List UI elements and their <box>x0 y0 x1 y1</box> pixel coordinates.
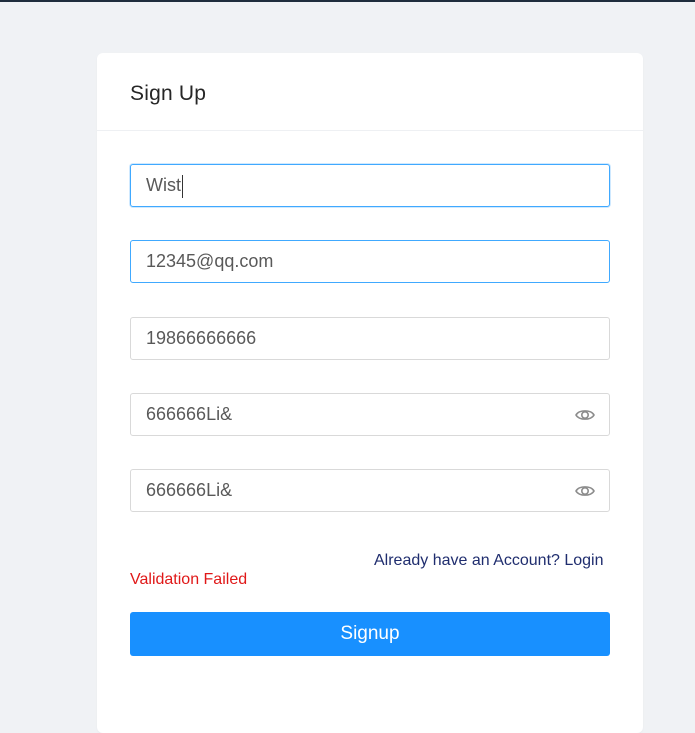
password-field-wrapper <box>130 393 610 436</box>
text-caret <box>182 175 183 198</box>
password-input[interactable] <box>131 394 609 435</box>
top-border <box>0 0 695 2</box>
phone-input[interactable] <box>131 318 609 359</box>
login-link[interactable]: Already have an Account? Login <box>374 552 604 570</box>
confirm-password-field-wrapper <box>130 469 610 512</box>
username-input[interactable] <box>131 165 609 206</box>
username-field-wrapper <box>130 164 610 207</box>
validation-error: Validation Failed <box>130 571 248 588</box>
confirm-password-input[interactable] <box>131 470 609 511</box>
eye-icon[interactable] <box>575 482 595 500</box>
email-field-wrapper <box>130 240 610 283</box>
page-title: Sign Up <box>130 82 207 105</box>
signup-button[interactable]: Signup <box>130 612 610 656</box>
email-input[interactable] <box>131 241 609 282</box>
eye-icon[interactable] <box>575 406 595 424</box>
signup-card: Sign Up Already have an Account? Login V… <box>97 53 643 733</box>
card-header: Sign Up <box>97 53 643 131</box>
phone-field-wrapper <box>130 317 610 360</box>
